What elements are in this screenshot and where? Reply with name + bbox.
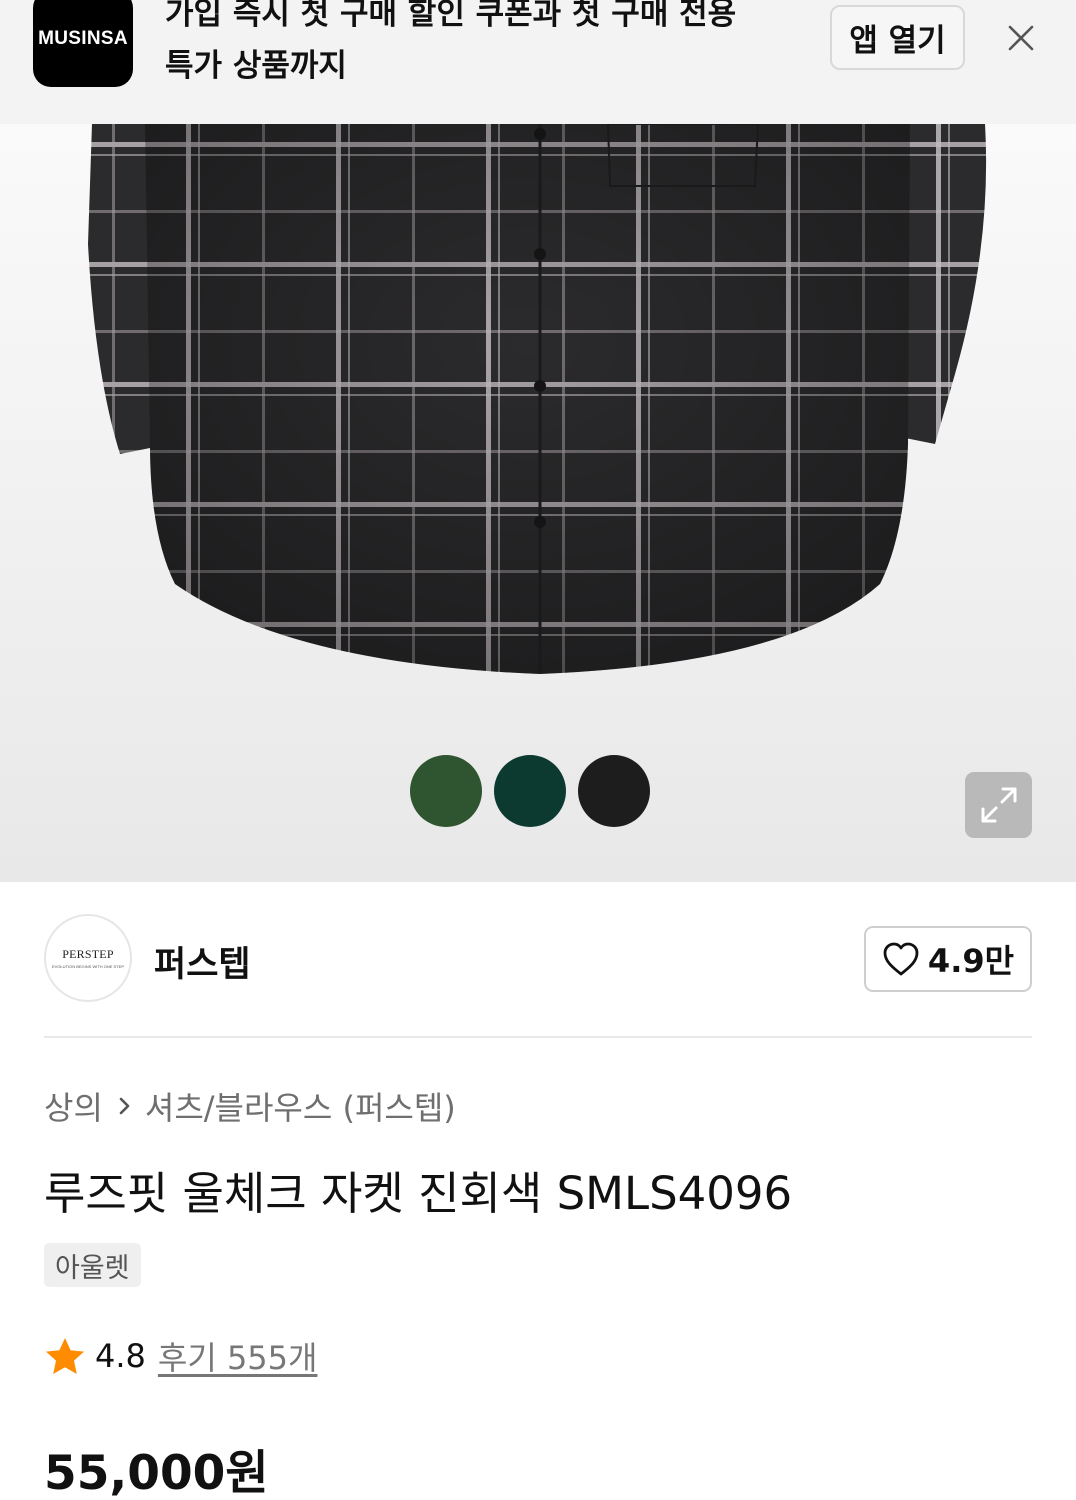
banner-message: 가입 즉시 첫 구매 할인 쿠폰과 첫 구매 전용 특가 상품까지 bbox=[165, 0, 805, 92]
close-icon bbox=[1008, 25, 1034, 51]
color-swatch-list bbox=[410, 755, 650, 827]
rating-row: 4.8 후기 555개 bbox=[44, 1333, 317, 1379]
expand-icon bbox=[981, 787, 1016, 823]
open-app-button[interactable]: 앱 열기 bbox=[830, 5, 965, 70]
section-divider bbox=[44, 1036, 1032, 1038]
review-count-link[interactable]: 후기 555개 bbox=[158, 1333, 318, 1379]
musinsa-app-logo: MUSINSA bbox=[33, 0, 133, 87]
brand-logo-subtext: EVOLUTION BEGINS WITH ONE STEP bbox=[51, 964, 124, 969]
color-swatch-dark-teal[interactable] bbox=[494, 755, 566, 827]
brand-logo-text: PERSTEP bbox=[62, 947, 114, 961]
app-install-banner: MUSINSA 가입 즉시 첫 구매 할인 쿠폰과 첫 구매 전용 특가 상품까… bbox=[0, 0, 1076, 124]
like-button[interactable]: 4.9만 bbox=[864, 926, 1032, 992]
breadcrumb-category[interactable]: 상의 bbox=[44, 1083, 103, 1129]
product-title: 루즈핏 울체크 자켓 진회색 SMLS4096 bbox=[44, 1167, 793, 1220]
expand-image-button[interactable] bbox=[965, 772, 1032, 838]
rating-value: 4.8 bbox=[95, 1337, 146, 1375]
heart-icon bbox=[883, 942, 919, 976]
banner-line-1: 가입 즉시 첫 구매 할인 쿠폰과 첫 구매 전용 bbox=[165, 0, 737, 32]
color-swatch-green[interactable] bbox=[410, 755, 482, 827]
product-image-viewer[interactable] bbox=[0, 124, 1076, 882]
chevron-right-icon bbox=[117, 1094, 133, 1118]
product-price: 55,000원 bbox=[44, 1446, 269, 1500]
breadcrumb-subcategory[interactable]: 셔츠/블라우스 (퍼스텝) bbox=[145, 1083, 456, 1129]
app-logo-text: MUSINSA bbox=[38, 27, 128, 49]
star-icon bbox=[46, 1338, 84, 1374]
banner-line-2: 특가 상품까지 bbox=[165, 48, 347, 84]
breadcrumb: 상의 셔츠/블라우스 (퍼스텝) bbox=[44, 1083, 456, 1129]
outlet-badge: 아울렛 bbox=[44, 1243, 141, 1287]
close-banner-button[interactable] bbox=[1000, 17, 1042, 59]
brand-logo[interactable]: PERSTEP EVOLUTION BEGINS WITH ONE STEP bbox=[44, 914, 132, 1002]
color-swatch-black[interactable] bbox=[578, 755, 650, 827]
brand-row: PERSTEP EVOLUTION BEGINS WITH ONE STEP 퍼… bbox=[44, 914, 1032, 1004]
like-count: 4.9만 bbox=[927, 942, 1015, 980]
brand-name-link[interactable]: 퍼스텝 bbox=[154, 936, 251, 987]
